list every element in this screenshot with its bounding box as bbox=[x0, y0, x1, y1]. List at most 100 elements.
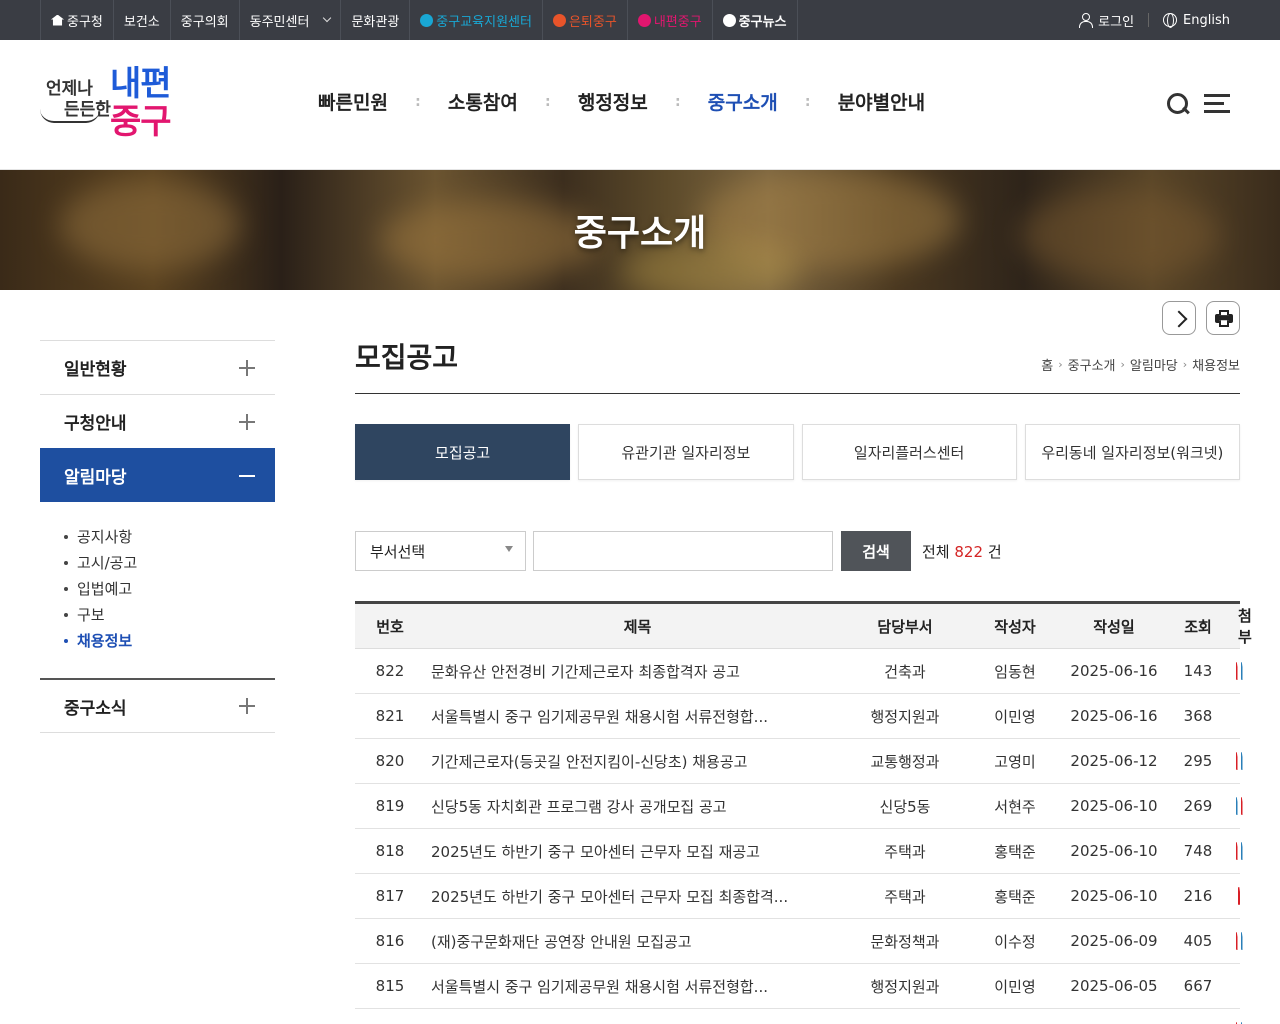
sidebar-bottom-line bbox=[40, 732, 275, 733]
table-row[interactable]: 819 신당5동 자치회관 프로그램 강사 공개모집 공고 신당5동 서현주 2025-… bbox=[355, 784, 1243, 829]
chevron-right-icon: › bbox=[1120, 358, 1125, 371]
login-link[interactable]: 로그인 bbox=[1078, 11, 1134, 30]
top-site-link[interactable]: 문화관광 bbox=[340, 0, 409, 40]
document-file-icon[interactable] bbox=[1240, 752, 1243, 770]
row-number: 815 bbox=[375, 977, 405, 995]
document-file-icon[interactable] bbox=[1240, 662, 1243, 680]
row-department: 행정지원과 bbox=[870, 707, 940, 726]
document-file-icon[interactable] bbox=[1240, 842, 1243, 860]
nav-item[interactable]: 중구소개 bbox=[708, 88, 778, 115]
top-site-link[interactable]: 중구교육지원센터 bbox=[409, 0, 542, 40]
table-row[interactable]: 816 (재)중구문화재단 공연장 안내원 모집공고 문화정책과 이수정 2025-06… bbox=[355, 919, 1243, 964]
pdf-file-icon[interactable] bbox=[1240, 797, 1243, 815]
row-department: 주택과 bbox=[884, 842, 926, 861]
row-title-link[interactable]: 서울특별시 중구 임기제공무원 채용시험 서류전형합... bbox=[425, 976, 850, 997]
search-icon[interactable] bbox=[1166, 92, 1190, 116]
row-title-link[interactable]: 신당5동 자치회관 프로그램 강사 공개모집 공고 bbox=[425, 796, 850, 817]
document-file-icon[interactable] bbox=[1235, 797, 1238, 815]
row-title-link[interactable]: 문화유산 안전경비 기간제근로자 최종합격자 공고 bbox=[425, 661, 850, 682]
table-row[interactable]: 814문화유산 안전경비 기간제근로자 면접심사 합격자 및...건축과임동현2… bbox=[355, 1009, 1243, 1024]
top-site-link[interactable]: 중구청 bbox=[40, 0, 113, 40]
pdf-file-icon[interactable] bbox=[1235, 932, 1238, 950]
table-row[interactable]: 818 2025년도 하반기 중구 모아센터 근무자 모집 재공고 주택과 홍택준 20… bbox=[355, 829, 1243, 874]
hamburger-menu-icon[interactable] bbox=[1204, 94, 1230, 114]
col-header-no: 번호 bbox=[376, 617, 404, 636]
pdf-file-icon[interactable] bbox=[1235, 662, 1238, 680]
related-sites: 중구청 보건소 중구의회 동주민센터 문화관광 중구교육지원센터 은퇴중구 내편중구 중구뉴스 bbox=[40, 0, 798, 40]
col-header-writer: 작성자 bbox=[994, 617, 1036, 636]
pdf-file-icon[interactable] bbox=[1235, 752, 1238, 770]
banner-title: 중구소개 bbox=[573, 213, 707, 254]
search-button[interactable]: 검색 bbox=[841, 531, 911, 571]
breadcrumb-item[interactable]: 알림마당 bbox=[1130, 355, 1178, 374]
sidebar-submenu-item[interactable]: 공지사항 bbox=[64, 524, 275, 550]
main-navigation: 빠른민원: 소통참여: 행정정보: 중구소개: 분야별안내 bbox=[318, 88, 925, 115]
nav-separator: : bbox=[545, 93, 551, 110]
table-row[interactable]: 815 서울특별시 중구 임기제공무원 채용시험 서류전형합... 행정지원과 이민영… bbox=[355, 964, 1240, 1009]
search-input[interactable] bbox=[533, 531, 833, 571]
row-department: 건축과 bbox=[884, 662, 926, 681]
table-row[interactable]: 821 서울특별시 중구 임기제공무원 채용시험 서류전형합... 행정지원과 이민영… bbox=[355, 694, 1240, 739]
row-department: 교통행정과 bbox=[870, 752, 940, 771]
share-button[interactable] bbox=[1162, 301, 1196, 335]
site-logo[interactable]: 언제나 든든한 내편 중구 bbox=[40, 65, 190, 145]
search-bar: 부서선택 검색 전체 822 건 bbox=[355, 531, 1002, 571]
sidebar-menu[interactable]: 중구소식 bbox=[40, 678, 275, 732]
row-title-link[interactable]: 2025년도 하반기 중구 모아센터 근무자 모집 재공고 bbox=[425, 841, 850, 862]
share-icon bbox=[1173, 311, 1187, 325]
news-logo-icon bbox=[722, 13, 736, 27]
print-button[interactable] bbox=[1206, 301, 1240, 335]
tab-item[interactable]: 모집공고 bbox=[355, 424, 571, 480]
english-link[interactable]: English bbox=[1163, 13, 1230, 28]
row-attachments bbox=[1235, 932, 1243, 950]
pdf-file-icon[interactable] bbox=[1238, 887, 1240, 905]
row-date: 2025-06-12 bbox=[1070, 752, 1158, 770]
row-date: 2025-06-16 bbox=[1070, 707, 1158, 725]
sidebar-submenu-item[interactable]: 구보 bbox=[64, 602, 275, 628]
nav-item[interactable]: 분야별안내 bbox=[838, 88, 925, 115]
department-select[interactable]: 부서선택 bbox=[355, 531, 526, 571]
row-title-link[interactable]: (재)중구문화재단 공연장 안내원 모집공고 bbox=[425, 931, 850, 952]
top-right-links: 로그인 English bbox=[1078, 0, 1230, 40]
row-department: 행정지원과 bbox=[870, 977, 940, 996]
table-row[interactable]: 820 기간제근로자(등곳길 안전지킴이-신당초) 채용공고 교통행정과 고영미 202… bbox=[355, 739, 1243, 784]
plus-icon bbox=[239, 698, 255, 714]
tab-item[interactable]: 우리동네 일자리정보(워크넷) bbox=[1024, 424, 1240, 480]
tab-item[interactable]: 유관기관 일자리정보 bbox=[578, 424, 794, 480]
document-file-icon[interactable] bbox=[1240, 932, 1243, 950]
sidebar-submenu-item[interactable]: 채용정보 bbox=[64, 628, 275, 654]
breadcrumb-item[interactable]: 채용정보 bbox=[1192, 355, 1240, 374]
pdf-file-icon[interactable] bbox=[1235, 842, 1238, 860]
tab-item[interactable]: 일자리플러스센터 bbox=[801, 424, 1017, 480]
sidebar-submenu-item[interactable]: 입법예고 bbox=[64, 576, 275, 602]
naepyeon-logo-icon bbox=[637, 13, 651, 27]
row-title-link[interactable]: 문화유산 안전경비 기간제근로자 면접심사 합격자 및... bbox=[425, 1021, 850, 1024]
top-site-link[interactable]: 보건소 bbox=[112, 0, 170, 40]
section-banner: 중구소개 bbox=[0, 170, 1280, 290]
nav-item[interactable]: 행정정보 bbox=[578, 88, 648, 115]
row-views: 748 bbox=[1183, 842, 1213, 860]
row-department: 신당5동 bbox=[879, 797, 931, 816]
row-title-link[interactable]: 기간제근로자(등곳길 안전지킴이-신당초) 채용공고 bbox=[425, 751, 850, 772]
top-site-link[interactable]: 동주민센터 bbox=[238, 0, 341, 40]
table-row[interactable]: 822 문화유산 안전경비 기간제근로자 최종합격자 공고 건축과 임동현 2025-0… bbox=[355, 649, 1243, 694]
table-row[interactable]: 817 2025년도 하반기 중구 모아센터 근무자 모집 최종합격... 주택과 홍… bbox=[355, 874, 1240, 919]
divider bbox=[1148, 13, 1150, 27]
top-site-link[interactable]: 은퇴중구 bbox=[541, 0, 627, 40]
sidebar-submenu-item[interactable]: 고시/공고 bbox=[64, 550, 275, 576]
top-site-label: 동주민센터 bbox=[249, 14, 310, 30]
row-title-link[interactable]: 2025년도 하반기 중구 모아센터 근무자 모집 최종합격... bbox=[425, 886, 850, 907]
top-utility-bar: 중구청 보건소 중구의회 동주민센터 문화관광 중구교육지원센터 은퇴중구 내편중구 중구뉴스 … bbox=[0, 0, 1280, 40]
top-site-link[interactable]: 중구의회 bbox=[169, 0, 239, 40]
sidebar-menu[interactable]: 일반현황 bbox=[40, 340, 275, 394]
nav-item[interactable]: 빠른민원 bbox=[318, 88, 388, 115]
row-views: 405 bbox=[1183, 932, 1213, 950]
breadcrumb-item[interactable]: 홈 bbox=[1041, 355, 1053, 374]
breadcrumb-item[interactable]: 중구소개 bbox=[1068, 355, 1116, 374]
nav-item[interactable]: 소통참여 bbox=[448, 88, 518, 115]
top-site-link[interactable]: 내편중구 bbox=[626, 0, 712, 40]
row-title-link[interactable]: 서울특별시 중구 임기제공무원 채용시험 서류전형합... bbox=[425, 706, 850, 727]
sidebar-menu[interactable]: 알림마당 bbox=[40, 448, 275, 502]
sidebar-menu[interactable]: 구청안내 bbox=[40, 394, 275, 448]
top-site-link[interactable]: 중구뉴스 bbox=[711, 0, 798, 40]
